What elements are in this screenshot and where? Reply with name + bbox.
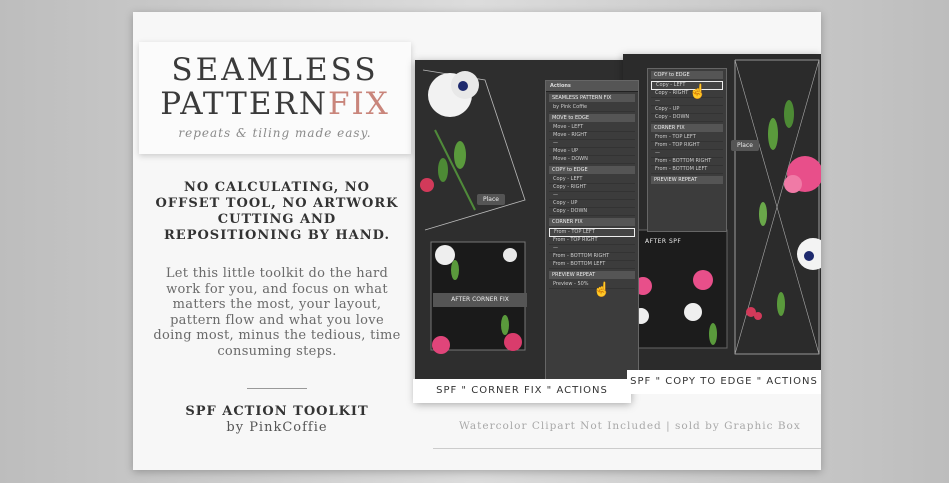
divider	[247, 388, 307, 389]
action-item[interactable]: From - BOTTOM RIGHT	[651, 158, 723, 166]
action-item[interactable]: From - BOTTOM RIGHT	[549, 253, 635, 261]
title-line-1: SEAMLESS	[171, 52, 379, 88]
title-pattern: PATTERN	[160, 86, 328, 122]
place-button-2[interactable]: Place	[731, 140, 759, 151]
kit-author: by PinkCoffie	[226, 420, 328, 435]
action-item[interactable]: Move - DOWN	[549, 156, 635, 164]
actions-list-edge: COPY to EDGE Copy - LEFT Copy - RIGHT — Copy…	[648, 71, 726, 184]
action-set[interactable]: PREVIEW REPEAT	[651, 176, 723, 184]
credit-text: Watercolor Clipart Not Included | sold b…	[459, 420, 801, 432]
action-item[interactable]: Copy - UP	[651, 106, 723, 114]
action-item[interactable]: —	[651, 98, 723, 106]
actions-panel-corner: Actions SEAMLESS PATTERN FIX by Pink Coff…	[545, 80, 639, 382]
action-item[interactable]: Copy - DOWN	[651, 114, 723, 122]
action-item[interactable]: —	[549, 245, 635, 253]
action-set[interactable]: MOVE to EDGE	[549, 114, 635, 122]
action-item[interactable]: From - BOTTOM LEFT	[549, 261, 635, 269]
action-item[interactable]: Copy - LEFT	[549, 176, 635, 184]
action-item[interactable]: Move - LEFT	[549, 124, 635, 132]
action-set[interactable]: CORNER FIX	[651, 124, 723, 132]
action-item[interactable]: —	[549, 140, 635, 148]
action-item[interactable]: From - TOP LEFT	[651, 134, 723, 142]
action-set[interactable]: PREVIEW REPEAT	[549, 271, 635, 279]
lead-text: NO CALCULATING, NO OFFSET TOOL, NO ARTWO…	[155, 180, 399, 243]
action-item[interactable]: Preview - 50%	[549, 281, 635, 289]
action-item[interactable]: by Pink Coffie	[549, 104, 635, 112]
action-item[interactable]: From - TOP LEFT	[549, 228, 635, 237]
action-item[interactable]: From - TOP RIGHT	[549, 237, 635, 245]
actions-panel-edge: COPY to EDGE Copy - LEFT Copy - RIGHT — Copy…	[647, 68, 727, 232]
action-set[interactable]: SEAMLESS PATTERN FIX	[549, 94, 635, 102]
title-line-2: PATTERNFIX	[139, 86, 411, 122]
action-set[interactable]: COPY to EDGE	[549, 166, 635, 174]
actions-list-corner: SEAMLESS PATTERN FIX by Pink Coffie MOVE t…	[546, 94, 638, 289]
action-item[interactable]: Copy - LEFT	[651, 81, 723, 90]
action-item[interactable]: Copy - DOWN	[549, 208, 635, 216]
place-button-1[interactable]: Place	[477, 194, 505, 205]
after-corner-fix-label: AFTER CORNER FIX	[433, 293, 527, 307]
title-box: SEAMLESS PATTERNFIX repeats & tiling mad…	[139, 42, 411, 154]
action-item[interactable]: —	[651, 150, 723, 158]
body-text: Let this little toolkit do the hard work…	[153, 266, 401, 359]
promo-card: SEAMLESS PATTERNFIX repeats & tiling mad…	[133, 12, 821, 470]
bottom-divider	[433, 448, 821, 449]
corner-fix-caption: SPF " CORNER FIX " ACTIONS	[413, 379, 631, 403]
action-item[interactable]: From - TOP RIGHT	[651, 142, 723, 150]
title-fix: FIX	[327, 86, 390, 122]
action-item[interactable]: Copy - UP	[549, 200, 635, 208]
action-item[interactable]: Move - RIGHT	[549, 132, 635, 140]
hand-cursor-icon-2: ☝	[689, 84, 707, 100]
action-item[interactable]: From - BOTTOM LEFT	[651, 166, 723, 174]
tagline: repeats & tiling made easy.	[178, 126, 372, 140]
action-set[interactable]: CORNER FIX	[549, 218, 635, 226]
action-item[interactable]: Copy - RIGHT	[549, 184, 635, 192]
hand-cursor-icon: ☝	[593, 282, 611, 298]
action-set[interactable]: COPY to EDGE	[651, 71, 723, 79]
action-item[interactable]: Move - UP	[549, 148, 635, 156]
action-item[interactable]: Copy - RIGHT	[651, 90, 723, 98]
kit-name: SPF ACTION TOOLKIT	[185, 404, 369, 419]
after-spf-label: AFTER SPF	[645, 238, 682, 245]
actions-header: Actions	[546, 81, 638, 92]
action-item[interactable]: —	[549, 192, 635, 200]
copy-to-edge-caption: SPF " COPY TO EDGE " ACTIONS	[627, 370, 821, 394]
